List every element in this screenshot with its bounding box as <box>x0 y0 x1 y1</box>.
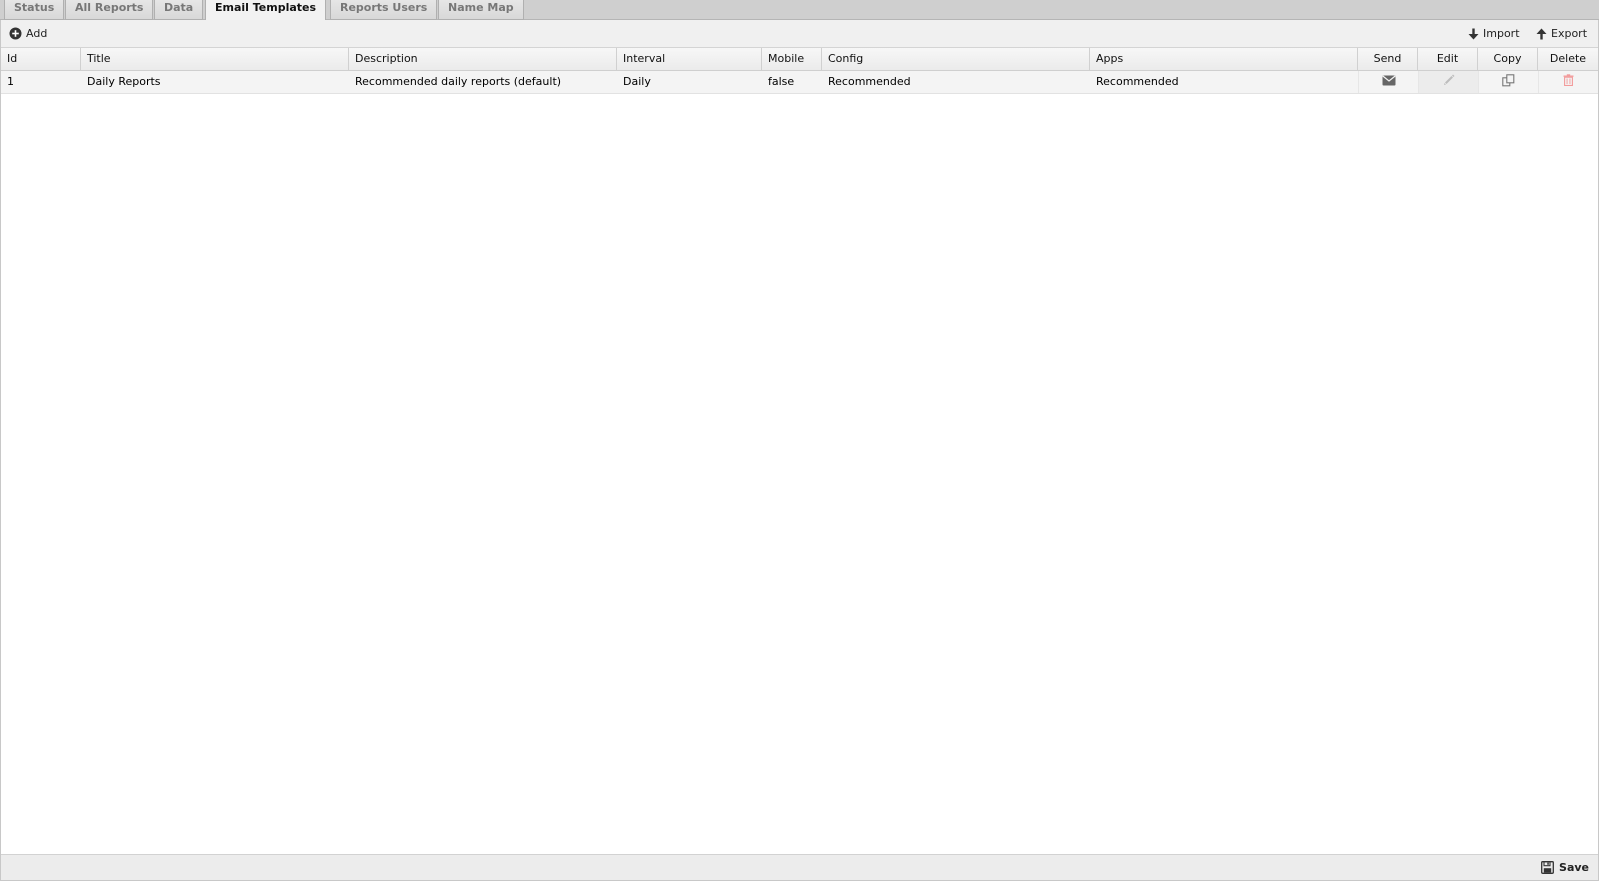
floppy-disk-icon <box>1541 861 1554 874</box>
cell-interval: Daily <box>623 75 651 88</box>
column-header-config[interactable]: Config <box>822 48 1090 70</box>
cell-apps: Recommended <box>1096 75 1179 88</box>
cell-title: Daily Reports <box>87 75 161 88</box>
arrow-down-icon <box>1468 28 1479 40</box>
column-header-description[interactable]: Description <box>349 48 617 70</box>
column-header-interval[interactable]: Interval <box>617 48 762 70</box>
cell-id: 1 <box>7 75 14 88</box>
tab-status[interactable]: Status <box>4 0 65 20</box>
delete-button[interactable] <box>1538 71 1598 93</box>
edit-button[interactable] <box>1418 71 1478 93</box>
cell-mobile: false <box>768 75 795 88</box>
save-button-label: Save <box>1559 861 1589 874</box>
tab-data[interactable]: Data <box>154 0 204 20</box>
grid-toolbar: Add Import Export <box>1 20 1598 48</box>
tab-bar: Status All Reports Data Email Templates … <box>0 0 1599 21</box>
envelope-icon <box>1381 75 1396 86</box>
column-header-id[interactable]: Id <box>1 48 81 70</box>
column-header-send: Send <box>1358 48 1418 70</box>
column-header-copy: Copy <box>1478 48 1538 70</box>
email-templates-grid: Id Title Description Interval Mobile Con… <box>1 48 1598 94</box>
cell-config: Recommended <box>828 75 911 88</box>
send-button[interactable] <box>1358 71 1418 93</box>
tab-email-templates[interactable]: Email Templates <box>205 0 327 21</box>
arrow-up-icon <box>1536 28 1547 40</box>
save-button[interactable]: Save <box>1541 859 1589 877</box>
tab-all-reports[interactable]: All Reports <box>65 0 154 20</box>
column-header-apps[interactable]: Apps <box>1090 48 1358 70</box>
grid-header-row: Id Title Description Interval Mobile Con… <box>1 48 1598 71</box>
table-row[interactable]: 1 Daily Reports Recommended daily report… <box>1 71 1598 94</box>
export-button[interactable]: Export <box>1536 25 1587 42</box>
tab-name-map[interactable]: Name Map <box>438 0 524 20</box>
copy-button[interactable] <box>1478 71 1538 93</box>
add-button[interactable]: Add <box>9 25 47 42</box>
add-button-label: Add <box>26 27 48 40</box>
pencil-icon <box>1443 74 1454 85</box>
export-button-label: Export <box>1551 27 1588 40</box>
import-button[interactable]: Import <box>1468 25 1520 42</box>
footer-bar: Save <box>1 854 1598 880</box>
email-templates-panel: Add Import Export Id Title Description I… <box>0 20 1599 881</box>
tab-reports-users[interactable]: Reports Users <box>330 0 438 20</box>
column-header-edit: Edit <box>1418 48 1478 70</box>
trash-icon <box>1563 74 1574 87</box>
column-header-delete: Delete <box>1549 52 1587 65</box>
cell-description: Recommended daily reports (default) <box>355 75 562 88</box>
add-circle-icon <box>9 27 22 40</box>
app-window: Status All Reports Data Email Templates … <box>0 0 1599 881</box>
import-button-label: Import <box>1483 27 1520 40</box>
copy-icon <box>1502 74 1515 87</box>
column-header-title[interactable]: Title <box>81 48 349 70</box>
column-header-mobile[interactable]: Mobile <box>762 48 822 70</box>
